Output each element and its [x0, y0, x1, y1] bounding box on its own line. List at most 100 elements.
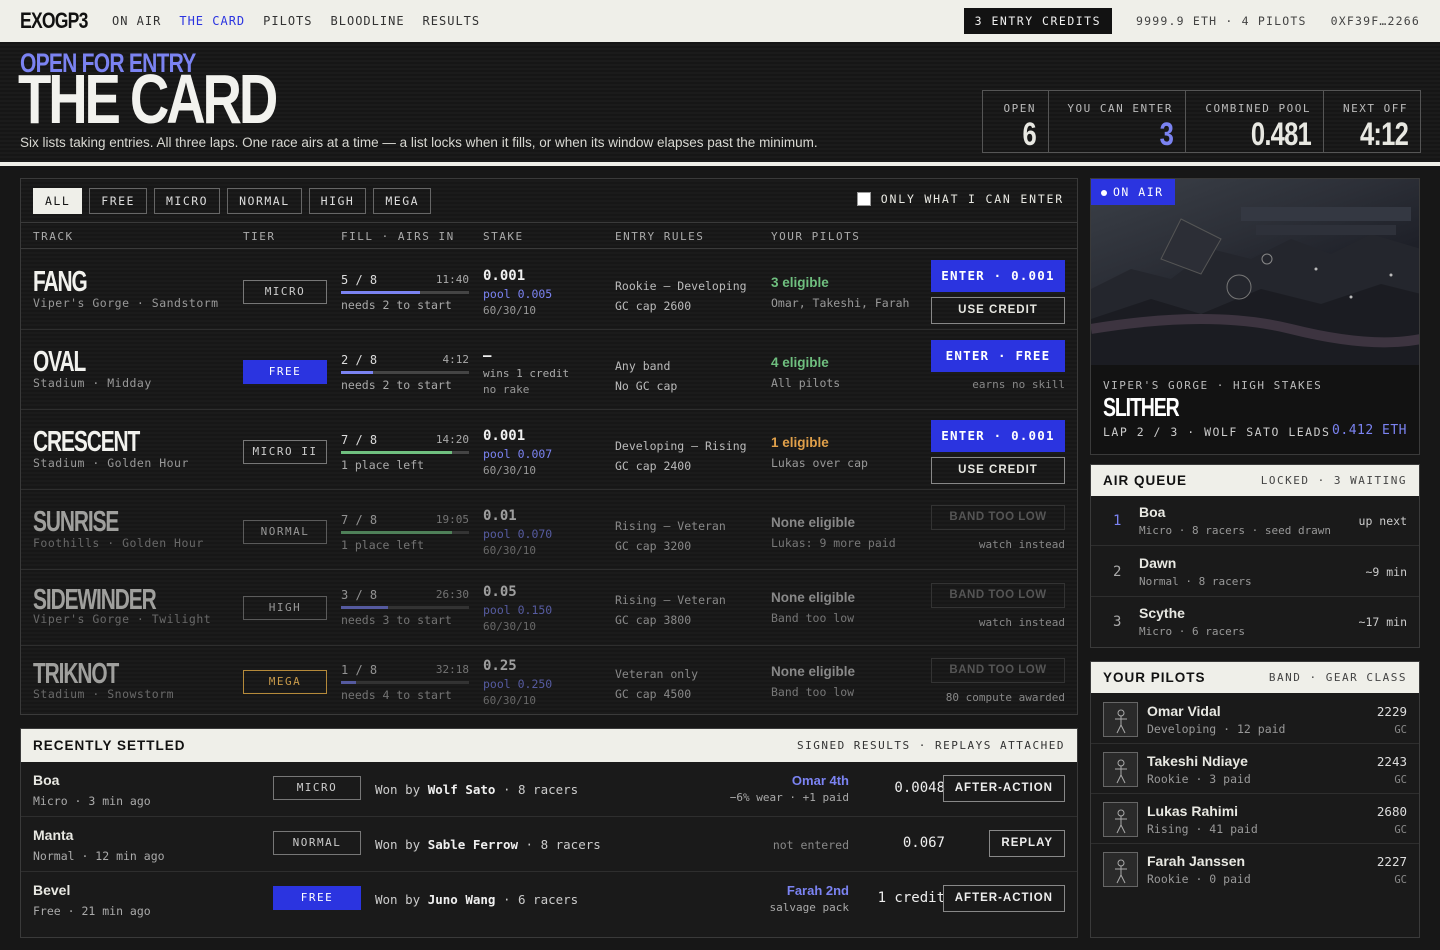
queue-item[interactable]: 3 Scythe Micro · 6 racers ~17 min — [1091, 597, 1419, 647]
fill-count: 3 / 8 — [341, 588, 378, 602]
fill-status: 2 / 8 4:12 needs 2 to start — [341, 353, 469, 392]
brand-logo[interactable]: EXOGP3 — [20, 8, 88, 34]
fill-count: 1 / 8 — [341, 663, 378, 677]
winner-name: Sable Ferrow — [427, 837, 518, 852]
pilot-row[interactable]: Omar Vidal Developing · 12 paid 2229 GC — [1091, 694, 1419, 744]
entry-credits-badge[interactable]: 3 ENTRY CREDITS — [963, 8, 1113, 34]
track-name[interactable]: SUNRISE — [33, 508, 119, 537]
stat-label: COMBINED POOL — [1205, 102, 1311, 115]
on-air-badge: ON AIR — [1091, 179, 1175, 205]
use-credit-button[interactable]: USE CREDIT — [931, 297, 1065, 324]
stake-split: no rake — [483, 383, 530, 396]
only-enterable-checkbox[interactable] — [856, 192, 871, 206]
nav-on-air[interactable]: ON AIR — [112, 14, 161, 28]
only-enterable-toggle[interactable]: ONLY WHAT I CAN ENTER — [856, 192, 1064, 206]
race-scene-image[interactable] — [1091, 179, 1419, 365]
pilot-row[interactable]: Farah Janssen Rookie · 0 paid 2227 GC — [1091, 844, 1419, 894]
stake: 0.001 pool 0.005 60/30/10 — [483, 268, 552, 317]
band-too-low-button[interactable]: BAND TOO LOW — [931, 658, 1065, 683]
track-row: TRIKNOT Stadium · Snowstorm MEGA 1 / 8 32… — [21, 646, 1077, 715]
filter-all[interactable]: ALL — [33, 188, 83, 214]
fill-status: 7 / 8 19:05 1 place left — [341, 513, 469, 552]
fill-status: 7 / 8 14:20 1 place left — [341, 433, 469, 472]
wallet-address[interactable]: 0XF39F…2266 — [1331, 14, 1420, 28]
track-name[interactable]: TRIKNOT — [33, 660, 119, 689]
queue-position: 2 — [1113, 564, 1122, 580]
eligible-pilots: Band too low — [771, 685, 855, 699]
only-enterable-label: ONLY WHAT I CAN ENTER — [880, 192, 1064, 206]
queue-item[interactable]: 2 Dawn Normal · 8 racers ~9 min — [1091, 547, 1419, 597]
on-air-pool: 0.412 ETH — [1332, 423, 1407, 438]
use-credit-button[interactable]: USE CREDIT — [931, 457, 1065, 484]
race-name[interactable]: Boa — [33, 772, 59, 788]
eligible-pilots: Band too low — [771, 611, 855, 625]
airs-in: 26:30 — [435, 588, 469, 601]
on-air-panel[interactable]: ON AIR VIPER'S GORGE · HIGH STAKES SLITH… — [1090, 178, 1420, 455]
eligible-count: None eligible — [771, 664, 856, 679]
eligible-pilots: Lukas: 9 more paid — [771, 536, 896, 550]
stake-split: 60/30/10 — [483, 544, 536, 557]
pilot-row[interactable]: Takeshi Ndiaye Rookie · 3 paid 2243 GC — [1091, 744, 1419, 794]
fill-bar-progress — [341, 291, 421, 294]
action-hint: 80 compute awarded — [945, 691, 1065, 704]
result-placing: Omar 4th — [791, 773, 849, 788]
rule-band: Rookie – Developing — [615, 279, 747, 293]
track-name[interactable]: CRESCENT — [33, 428, 140, 457]
track-name[interactable]: SIDEWINDER — [33, 586, 157, 615]
rule-band: Any band — [615, 359, 671, 373]
nav-bloodline[interactable]: BLOODLINE — [331, 14, 405, 28]
stake-amount: 0.05 — [483, 584, 517, 600]
pilot-avatar-icon — [1103, 702, 1138, 737]
rule-band: Rising – Veteran — [615, 593, 726, 607]
stake-amount: — — [483, 348, 492, 364]
tier-badge: FREE — [243, 360, 327, 384]
race-name[interactable]: Manta — [33, 827, 73, 843]
pilot-row[interactable]: Lukas Rahimi Rising · 41 paid 2680 GC — [1091, 794, 1419, 844]
nav-the-card[interactable]: THE CARD — [179, 14, 245, 28]
band-too-low-button[interactable]: BAND TOO LOW — [931, 583, 1065, 608]
race-winner: Won by Juno Wang · 6 racers — [375, 892, 578, 907]
after-action-button[interactable]: AFTER-ACTION — [942, 885, 1065, 912]
fill-bar-progress — [341, 531, 453, 534]
stake: 0.25 pool 0.250 60/30/10 — [483, 658, 552, 707]
band-too-low-button[interactable]: BAND TOO LOW — [931, 505, 1065, 530]
race-name[interactable]: Bevel — [33, 882, 70, 898]
pilot-gear-class: 2229 GC — [1377, 703, 1407, 739]
after-action-button[interactable]: AFTER-ACTION — [942, 775, 1065, 802]
stake-amount: 0.01 — [483, 508, 517, 524]
col-entry-rules: ENTRY RULES — [615, 230, 705, 243]
on-air-lap-status: LAP 2 / 3 · WOLF SATO LEADS — [1103, 425, 1331, 439]
rule-gc-cap: GC cap 3800 — [615, 613, 692, 627]
enter-button[interactable]: ENTER · 0.001 — [931, 260, 1065, 292]
filter-normal[interactable]: NORMAL — [227, 188, 302, 214]
queue-position: 3 — [1113, 614, 1122, 630]
pilot-gear-class: 2227 GC — [1377, 853, 1407, 889]
track-name[interactable]: FANG — [33, 268, 88, 297]
settled-title: RECENTLY SETTLED — [33, 738, 186, 753]
replay-button[interactable]: REPLAY — [989, 830, 1065, 857]
nav-results[interactable]: RESULTS — [423, 14, 481, 28]
stake-pool: pool 0.005 — [483, 287, 553, 301]
stat-you-can-enter: YOU CAN ENTER 3 — [1049, 91, 1186, 152]
nav-pilots[interactable]: PILOTS — [263, 14, 312, 28]
pilot-eligibility: 1 eligible Lukas over cap — [771, 435, 868, 470]
stat-combined-pool: COMBINED POOL 0.481 — [1186, 91, 1324, 152]
queue-item[interactable]: 1 Boa Micro · 8 racers · seed drawn up n… — [1091, 496, 1419, 546]
eligible-count: 3 eligible — [771, 275, 829, 290]
tier-badge: MICRO II — [243, 440, 327, 464]
action-hint: watch instead — [978, 538, 1065, 551]
on-air-track: VIPER'S GORGE · HIGH STAKES — [1103, 379, 1323, 392]
track-name[interactable]: OVAL — [33, 348, 86, 377]
filter-free[interactable]: FREE — [89, 188, 147, 214]
col-fill: FILL · AIRS IN — [341, 230, 455, 243]
enter-button[interactable]: ENTER · 0.001 — [931, 420, 1065, 452]
filter-high[interactable]: HIGH — [308, 188, 367, 214]
enter-button[interactable]: ENTER · FREE — [931, 340, 1065, 372]
filter-micro[interactable]: MICRO — [153, 188, 221, 214]
filter-mega[interactable]: MEGA — [373, 188, 432, 214]
pilot-eligibility: 4 eligible All pilots — [771, 355, 840, 390]
queue-eta: ~17 min — [1358, 615, 1407, 629]
race-sub: Free · 21 min ago — [33, 904, 151, 918]
pilot-gear-class: 2680 GC — [1377, 803, 1407, 839]
queue-race-sub: Micro · 6 racers — [1139, 625, 1245, 638]
